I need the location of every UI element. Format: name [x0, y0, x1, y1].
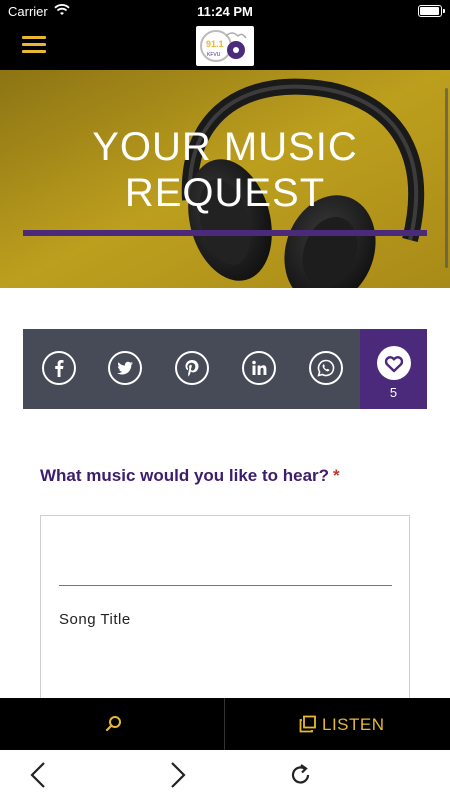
reload-icon[interactable]	[286, 760, 316, 790]
page-title-line2: REQUEST	[124, 171, 326, 215]
like-count: 5	[389, 385, 398, 400]
heart-icon	[377, 346, 411, 380]
chevron-left-icon[interactable]	[24, 760, 54, 790]
bottom-bar: LISTEN	[0, 698, 450, 750]
chevron-right-icon[interactable]	[162, 760, 192, 790]
like-button[interactable]: 5	[360, 329, 427, 409]
browser-nav	[0, 750, 450, 800]
status-bar: Carrier 11:24 PM	[0, 0, 450, 22]
hamburger-menu-icon[interactable]	[22, 36, 46, 56]
song-title-label: Song Title	[59, 611, 131, 628]
song-title-input[interactable]	[59, 556, 392, 586]
facebook-icon[interactable]	[42, 351, 76, 385]
listen-label: LISTEN	[322, 715, 385, 734]
logo-number: 91.1	[206, 39, 224, 49]
whatsapp-icon[interactable]	[309, 351, 343, 385]
share-bar: 5	[23, 329, 427, 409]
required-mark: *	[333, 466, 340, 485]
scroll-indicator	[445, 88, 448, 268]
logo-callsign: KFVU	[207, 52, 221, 58]
page-title: YOUR MUSIC REQUEST	[0, 124, 450, 216]
hero-banner: YOUR MUSIC REQUEST	[0, 70, 450, 288]
station-logo[interactable]: 91.1 KFVU	[196, 26, 254, 66]
request-form: Song Title	[40, 515, 410, 715]
search-icon	[105, 716, 121, 732]
app-header: 91.1 KFVU	[0, 22, 450, 70]
title-underline	[23, 230, 427, 236]
battery-icon	[418, 5, 445, 17]
twitter-icon[interactable]	[108, 351, 142, 385]
search-button[interactable]	[0, 698, 224, 750]
question-label: What music would you like to hear? *	[40, 466, 340, 486]
page-title-line1: YOUR MUSIC	[92, 125, 358, 169]
linkedin-icon[interactable]	[242, 351, 276, 385]
listen-button[interactable]: LISTEN	[225, 698, 450, 750]
copy-icon	[299, 715, 316, 733]
pinterest-icon[interactable]	[175, 351, 209, 385]
question-text: What music would you like to hear?	[40, 466, 330, 485]
status-time: 11:24 PM	[197, 4, 253, 19]
